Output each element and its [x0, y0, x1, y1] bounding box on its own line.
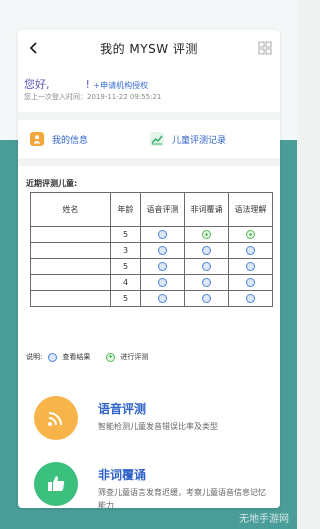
search-icon[interactable]	[202, 294, 211, 303]
nonword-action-cell	[184, 274, 229, 291]
nonword-repeat-desc: 筛查儿童语言发育迟缓，考察儿童语音信息记忆能力	[98, 488, 266, 508]
child-age-cell: 5	[110, 258, 141, 275]
search-icon[interactable]	[246, 262, 255, 271]
nonword-action-cell	[184, 226, 229, 243]
search-icon[interactable]	[246, 278, 255, 287]
header-grammar: 语法理解	[228, 192, 273, 227]
chevron-left-icon[interactable]	[26, 40, 42, 56]
nav-bar: 我的 MYSW 评测	[18, 30, 280, 66]
legend-view-label: 查看结果	[62, 353, 91, 361]
legend-prefix: 说明:	[26, 353, 43, 361]
table-row: 5	[30, 290, 273, 307]
search-icon	[48, 352, 58, 362]
table-row: 5	[30, 258, 273, 275]
search-icon[interactable]	[202, 262, 211, 271]
my-info-label: 我的信息	[52, 135, 89, 146]
child-name-cell	[30, 274, 111, 291]
recent-children-table: 姓名 年龄 语音评测 非词覆诵 语法理解 53545	[30, 192, 273, 307]
table-row: 4	[30, 274, 273, 291]
greeting-text: 您好,	[24, 78, 50, 91]
child-age-cell: 5	[110, 226, 141, 243]
child-name-cell	[30, 226, 111, 243]
table-header-row: 姓名 年龄 语音评测 非词覆诵 语法理解	[30, 192, 273, 227]
nonword-action-cell	[184, 242, 229, 259]
search-icon[interactable]	[158, 230, 167, 239]
wifi-signal-icon[interactable]	[34, 396, 78, 440]
plus-icon	[106, 352, 116, 362]
grammar-action-cell	[228, 242, 273, 259]
main-card: 我的 MYSW 评测 您好,! +申请机构授权 您上一次登入时间：2019-11…	[18, 30, 280, 508]
recent-children-title: 近期评测儿童:	[26, 179, 78, 188]
page-title: 我的 MYSW 评测	[100, 42, 198, 56]
speech-action-cell	[140, 258, 185, 275]
nonword-action-cell	[184, 258, 229, 275]
child-records-label: 儿童评测记录	[172, 135, 227, 146]
section-divider	[18, 112, 280, 120]
last-login-time: 您上一次登入时间：2019-11-22 09:55:21	[24, 93, 162, 101]
speech-action-cell	[140, 290, 185, 307]
grammar-action-cell	[228, 258, 273, 275]
search-icon[interactable]	[158, 246, 167, 255]
thumbs-up-icon[interactable]	[34, 462, 78, 506]
child-age-cell: 3	[110, 242, 141, 259]
watermark: 无地手游网	[239, 514, 289, 525]
child-age-cell: 4	[110, 274, 141, 291]
search-icon[interactable]	[202, 246, 211, 255]
plus-icon[interactable]	[246, 230, 255, 239]
child-records-link[interactable]: 儿童评测记录	[150, 130, 226, 148]
user-icon	[30, 132, 44, 146]
my-info-link[interactable]: 我的信息	[30, 130, 88, 148]
search-icon[interactable]	[158, 278, 167, 287]
speech-action-cell	[140, 242, 185, 259]
grammar-action-cell	[228, 290, 273, 307]
child-name-cell	[30, 242, 111, 259]
table-row: 5	[30, 226, 273, 243]
search-icon[interactable]	[202, 278, 211, 287]
header-speech: 语音评测	[140, 192, 185, 227]
speech-eval-desc: 智能检测儿童发音错误比率及类型	[98, 422, 218, 431]
nonword-action-cell	[184, 290, 229, 307]
legend: 说明: 查看结果 进行评测	[26, 352, 148, 362]
greeting-row: 您好,! +申请机构授权	[24, 76, 274, 92]
plus-icon[interactable]	[202, 230, 211, 239]
grid-icon[interactable]	[258, 40, 272, 55]
legend-start-label: 进行评测	[120, 353, 149, 361]
child-age-cell: 5	[110, 290, 141, 307]
header-nonword: 非词覆诵	[184, 192, 229, 227]
header-age: 年龄	[110, 192, 141, 227]
nonword-repeat-title[interactable]: 非词覆诵	[98, 466, 146, 483]
apply-authorization-link[interactable]: +申请机构授权	[93, 81, 148, 90]
greeting-exclaim: !	[85, 78, 90, 91]
grammar-action-cell	[228, 226, 273, 243]
grammar-action-cell	[228, 274, 273, 291]
header-name: 姓名	[30, 192, 111, 227]
table-body: 53545	[30, 226, 273, 307]
search-icon[interactable]	[158, 294, 167, 303]
search-icon[interactable]	[246, 246, 255, 255]
search-icon[interactable]	[158, 262, 167, 271]
search-icon[interactable]	[246, 294, 255, 303]
table-row: 3	[30, 242, 273, 259]
speech-action-cell	[140, 226, 185, 243]
speech-action-cell	[140, 274, 185, 291]
speech-eval-title[interactable]: 语音评测	[98, 400, 146, 417]
child-name-cell	[30, 258, 111, 275]
trend-chart-icon	[150, 132, 164, 146]
section-divider	[18, 158, 280, 166]
child-name-cell	[30, 290, 111, 307]
